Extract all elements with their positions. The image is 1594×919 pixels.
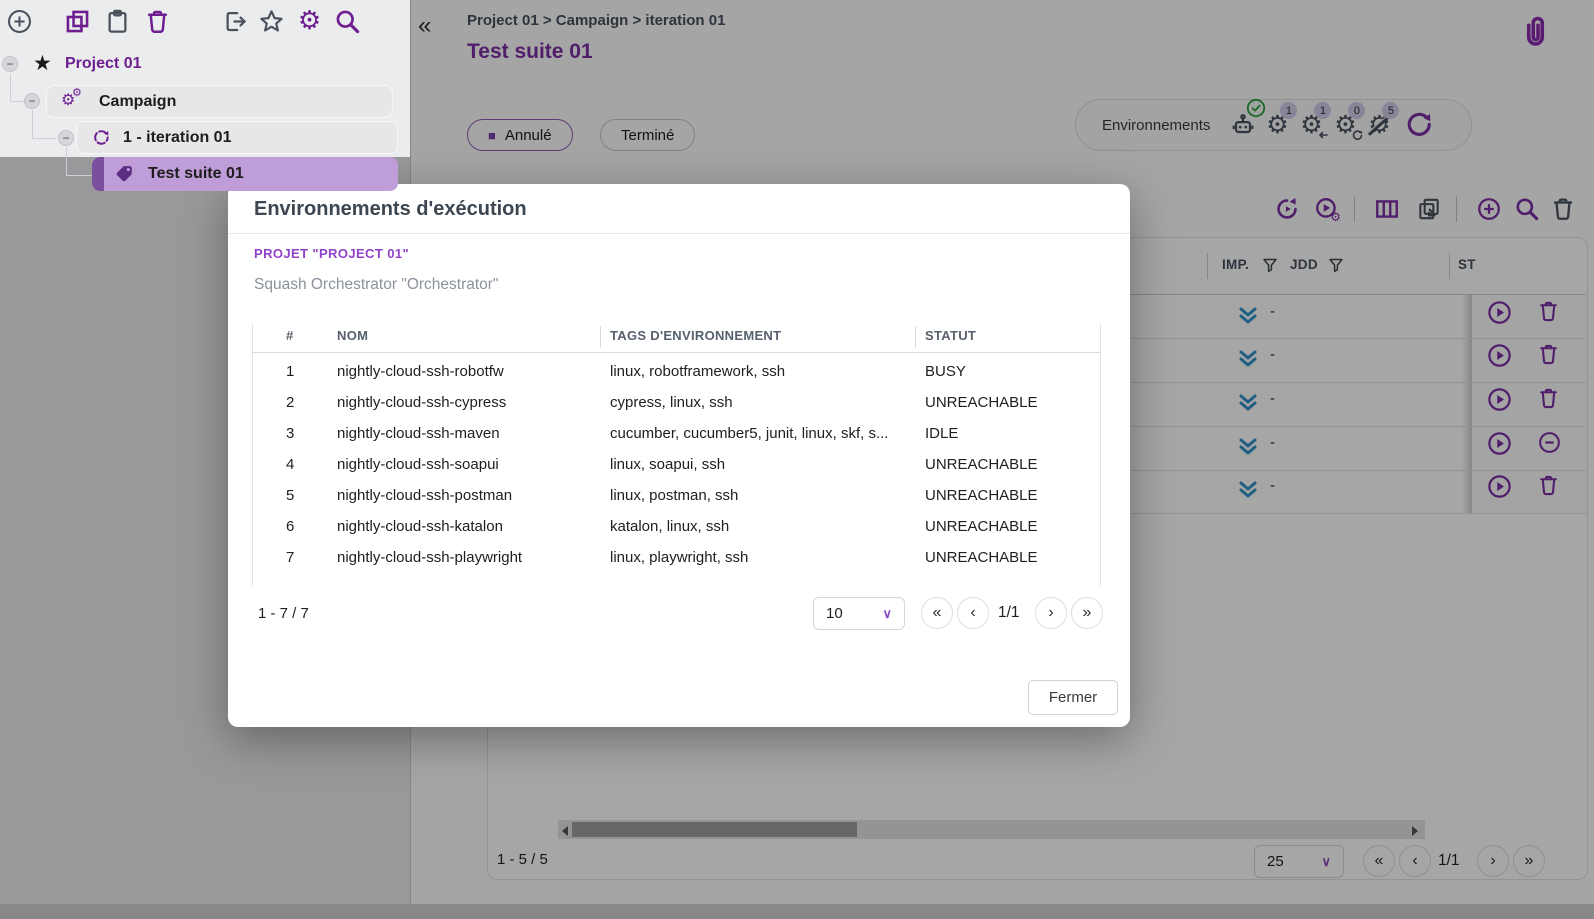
- env-row-name: nightly-cloud-ssh-robotfw: [337, 356, 504, 387]
- env-row-name: nightly-cloud-ssh-cypress: [337, 387, 506, 418]
- tree-add-icon[interactable]: [6, 8, 33, 35]
- env-row-status: IDLE: [925, 418, 958, 449]
- campaign-icon: ⚙ ⚙: [61, 90, 87, 114]
- tree-node-project[interactable]: Project 01: [65, 55, 141, 73]
- export-icon[interactable]: [222, 8, 249, 35]
- dialog-last-page-button[interactable]: »: [1071, 597, 1103, 629]
- env-row-num: 6: [286, 511, 294, 542]
- env-row-tags: katalon, linux, ssh: [610, 511, 729, 542]
- collapse-project-button[interactable]: −: [2, 56, 18, 72]
- dialog-col-tags: TAGS D'ENVIRONNEMENT: [610, 328, 781, 343]
- env-row-status: UNREACHABLE: [925, 387, 1038, 418]
- env-row-status: UNREACHABLE: [925, 449, 1038, 480]
- tree-panel: ⚙ − ★ Project 01 − ⚙ ⚙ Campaign −: [0, 0, 410, 157]
- env-row-status: BUSY: [925, 356, 966, 387]
- app-screen: « Project 01 > Campaign > iteration 01 T…: [0, 0, 1594, 919]
- chevron-down-icon: ∨: [882, 606, 892, 622]
- env-row-status: UNREACHABLE: [925, 480, 1038, 511]
- dialog-prev-page-button[interactable]: ‹: [957, 597, 989, 629]
- dialog-header-underline: [252, 352, 1100, 353]
- copy-icon[interactable]: [64, 8, 91, 35]
- collapse-campaign-button[interactable]: −: [24, 93, 40, 109]
- dialog-project-label: PROJET "PROJECT 01": [254, 246, 409, 261]
- table-left-border: [252, 324, 253, 586]
- favorite-icon[interactable]: [258, 8, 285, 35]
- env-row-num: 7: [286, 542, 294, 573]
- tree-connector: [32, 138, 56, 139]
- collapse-iteration-button[interactable]: −: [58, 130, 74, 146]
- tree-node-iteration[interactable]: 1 - iteration 01: [76, 121, 398, 154]
- env-row-name: nightly-cloud-ssh-maven: [337, 418, 500, 449]
- env-row-num: 4: [286, 449, 294, 480]
- tree-connector: [66, 175, 92, 176]
- env-row-status: UNREACHABLE: [925, 542, 1038, 573]
- dialog-first-page-button[interactable]: «: [921, 597, 953, 629]
- dialog-col-name: NOM: [337, 328, 368, 343]
- env-row-tags: cypress, linux, ssh: [610, 387, 733, 418]
- dialog-header-divider: [228, 233, 1130, 234]
- tree-connector: [66, 147, 68, 175]
- project-star-icon: ★: [33, 53, 52, 74]
- env-row-num: 1: [286, 356, 294, 387]
- tree-search-icon[interactable]: [334, 8, 361, 35]
- dialog-orchestrator-label: Squash Orchestrator "Orchestrator": [254, 276, 498, 294]
- table-right-border: [1100, 324, 1101, 586]
- paste-icon[interactable]: [104, 8, 131, 35]
- test-suite-tag-icon: [114, 163, 136, 185]
- env-row-tags: linux, playwright, ssh: [610, 542, 748, 573]
- dialog-next-page-button[interactable]: ›: [1035, 597, 1067, 629]
- dialog-range: 1 - 7 / 7: [258, 605, 309, 622]
- suite-selection-cap: [92, 157, 104, 191]
- column-separator: [600, 326, 601, 348]
- tree-node-campaign[interactable]: ⚙ ⚙ Campaign: [46, 85, 393, 118]
- dialog-page-indicator: 1/1: [998, 604, 1020, 622]
- env-row-num: 5: [286, 480, 294, 511]
- environments-dialog: Environnements d'exécution PROJET "PROJE…: [228, 184, 1130, 727]
- env-row-name: nightly-cloud-ssh-soapui: [337, 449, 499, 480]
- tree-connector: [32, 110, 34, 138]
- env-row-tags: cucumber, cucumber5, junit, linux, skf, …: [610, 418, 888, 449]
- tree-node-test-suite-selected[interactable]: Test suite 01: [92, 157, 398, 191]
- env-row-num: 2: [286, 387, 294, 418]
- env-row-tags: linux, postman, ssh: [610, 480, 738, 511]
- env-row-name: nightly-cloud-ssh-postman: [337, 480, 512, 511]
- env-row-name: nightly-cloud-ssh-playwright: [337, 542, 522, 573]
- dialog-page-size-select[interactable]: 10 ∨: [813, 597, 905, 630]
- tree-delete-icon[interactable]: [144, 8, 171, 35]
- settings-icon[interactable]: ⚙: [296, 6, 323, 33]
- dialog-title: Environnements d'exécution: [254, 198, 527, 221]
- env-row-tags: linux, soapui, ssh: [610, 449, 725, 480]
- env-row-tags: linux, robotframework, ssh: [610, 356, 785, 387]
- tree-connector: [10, 101, 24, 102]
- env-row-name: nightly-cloud-ssh-katalon: [337, 511, 503, 542]
- close-dialog-button[interactable]: Fermer: [1028, 680, 1118, 715]
- env-row-status: UNREACHABLE: [925, 511, 1038, 542]
- dialog-col-num: #: [286, 328, 294, 343]
- column-separator: [915, 326, 916, 348]
- iteration-icon: [91, 128, 111, 148]
- dialog-col-status: STATUT: [925, 328, 976, 343]
- env-row-num: 3: [286, 418, 294, 449]
- tree-connector: [10, 74, 12, 101]
